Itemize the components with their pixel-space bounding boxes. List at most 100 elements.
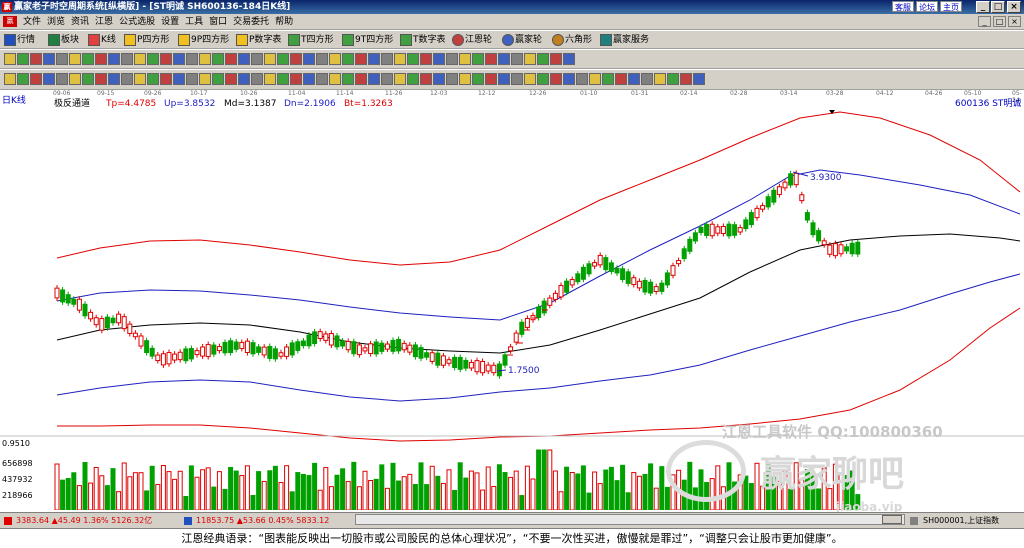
menu-gann[interactable]: 江恩 [92,14,116,30]
draw-tool-50-icon[interactable] [641,72,653,85]
tool-service[interactable]: 赢家服务 [600,33,649,47]
mdi-minimize-button[interactable]: _ [978,16,991,27]
draw-tool-11-icon[interactable] [134,72,146,85]
draw-tool-6-icon[interactable] [69,72,81,85]
nav-tool-34-icon[interactable] [433,52,445,65]
menu-window[interactable]: 窗口 [206,14,230,30]
nav-tool-11-icon[interactable] [134,52,146,65]
draw-tool-17-icon[interactable] [212,72,224,85]
nav-tool-42-icon[interactable] [537,52,549,65]
nav-tool-31-icon[interactable] [394,52,406,65]
tool-gann-wheel[interactable]: 江恩轮 [452,33,492,47]
menu-formula[interactable]: 公式选股 [116,14,158,30]
draw-tool-30-icon[interactable] [381,72,393,85]
nav-tool-2-icon[interactable] [17,52,29,65]
draw-tool-22-icon[interactable] [277,72,289,85]
draw-tool-49-icon[interactable] [628,72,640,85]
nav-tool-23-icon[interactable] [290,52,302,65]
nav-tool-1-icon[interactable] [4,52,16,65]
nav-tool-35-icon[interactable] [446,52,458,65]
nav-tool-44-icon[interactable] [563,52,575,65]
draw-tool-47-icon[interactable] [602,72,614,85]
draw-tool-38-icon[interactable] [485,72,497,85]
draw-tool-24-icon[interactable] [303,72,315,85]
draw-tool-39-icon[interactable] [498,72,510,85]
mdi-restore-button[interactable]: □ [993,16,1006,27]
nav-tool-37-icon[interactable] [472,52,484,65]
nav-tool-4-icon[interactable] [43,52,55,65]
draw-tool-18-icon[interactable] [225,72,237,85]
nav-tool-29-icon[interactable] [368,52,380,65]
draw-tool-28-icon[interactable] [355,72,367,85]
nav-tool-6-icon[interactable] [69,52,81,65]
draw-tool-29-icon[interactable] [368,72,380,85]
nav-tool-18-icon[interactable] [225,52,237,65]
draw-tool-44-icon[interactable] [563,72,575,85]
nav-tool-7-icon[interactable] [82,52,94,65]
draw-tool-21-icon[interactable] [264,72,276,85]
nav-tool-43-icon[interactable] [550,52,562,65]
nav-tool-30-icon[interactable] [381,52,393,65]
tool-9t-square[interactable]: 9T四方形 [342,33,393,47]
link-service[interactable]: 客服 [892,1,914,12]
draw-tool-34-icon[interactable] [433,72,445,85]
draw-tool-14-icon[interactable] [173,72,185,85]
tool-t-square[interactable]: T四方形 [288,33,334,47]
draw-tool-40-icon[interactable] [511,72,523,85]
nav-tool-21-icon[interactable] [264,52,276,65]
menu-help[interactable]: 帮助 [272,14,296,30]
nav-tool-13-icon[interactable] [160,52,172,65]
link-home[interactable]: 主页 [940,1,962,12]
minimize-button[interactable]: _ [976,1,990,13]
nav-tool-10-icon[interactable] [121,52,133,65]
draw-tool-33-icon[interactable] [420,72,432,85]
menu-info[interactable]: 资讯 [68,14,92,30]
nav-tool-16-icon[interactable] [199,52,211,65]
nav-tool-32-icon[interactable] [407,52,419,65]
nav-tool-22-icon[interactable] [277,52,289,65]
draw-tool-37-icon[interactable] [472,72,484,85]
draw-tool-23-icon[interactable] [290,72,302,85]
draw-tool-20-icon[interactable] [251,72,263,85]
draw-tool-36-icon[interactable] [459,72,471,85]
draw-tool-10-icon[interactable] [121,72,133,85]
chart-scrollbar[interactable] [355,514,905,525]
draw-tool-16-icon[interactable] [199,72,211,85]
nav-tool-19-icon[interactable] [238,52,250,65]
nav-tool-33-icon[interactable] [420,52,432,65]
link-forum[interactable]: 论坛 [916,1,938,12]
draw-tool-35-icon[interactable] [446,72,458,85]
draw-tool-53-icon[interactable] [680,72,692,85]
maximize-button[interactable]: □ [991,1,1005,13]
nav-tool-15-icon[interactable] [186,52,198,65]
nav-tool-36-icon[interactable] [459,52,471,65]
draw-tool-54-icon[interactable] [693,72,705,85]
draw-tool-9-icon[interactable] [108,72,120,85]
tool-t-table[interactable]: T数字表 [400,33,446,47]
tool-hexagon[interactable]: 六角形 [552,33,592,47]
nav-tool-39-icon[interactable] [498,52,510,65]
draw-tool-31-icon[interactable] [394,72,406,85]
mdi-close-button[interactable]: × [1008,16,1021,27]
draw-tool-48-icon[interactable] [615,72,627,85]
tool-p-table[interactable]: P数字表 [236,33,281,47]
menu-file[interactable]: 文件 [20,14,44,30]
draw-tool-1-icon[interactable] [4,72,16,85]
draw-tool-19-icon[interactable] [238,72,250,85]
nav-tool-5-icon[interactable] [56,52,68,65]
tool-sector[interactable]: 板块 [48,33,79,47]
nav-tool-17-icon[interactable] [212,52,224,65]
draw-tool-3-icon[interactable] [30,72,42,85]
draw-tool-45-icon[interactable] [576,72,588,85]
close-button[interactable]: × [1007,1,1021,13]
nav-tool-25-icon[interactable] [316,52,328,65]
draw-tool-42-icon[interactable] [537,72,549,85]
draw-tool-4-icon[interactable] [43,72,55,85]
scroll-thumb[interactable] [882,515,902,524]
nav-tool-14-icon[interactable] [173,52,185,65]
draw-tool-46-icon[interactable] [589,72,601,85]
draw-tool-15-icon[interactable] [186,72,198,85]
draw-tool-7-icon[interactable] [82,72,94,85]
nav-tool-26-icon[interactable] [329,52,341,65]
draw-tool-41-icon[interactable] [524,72,536,85]
